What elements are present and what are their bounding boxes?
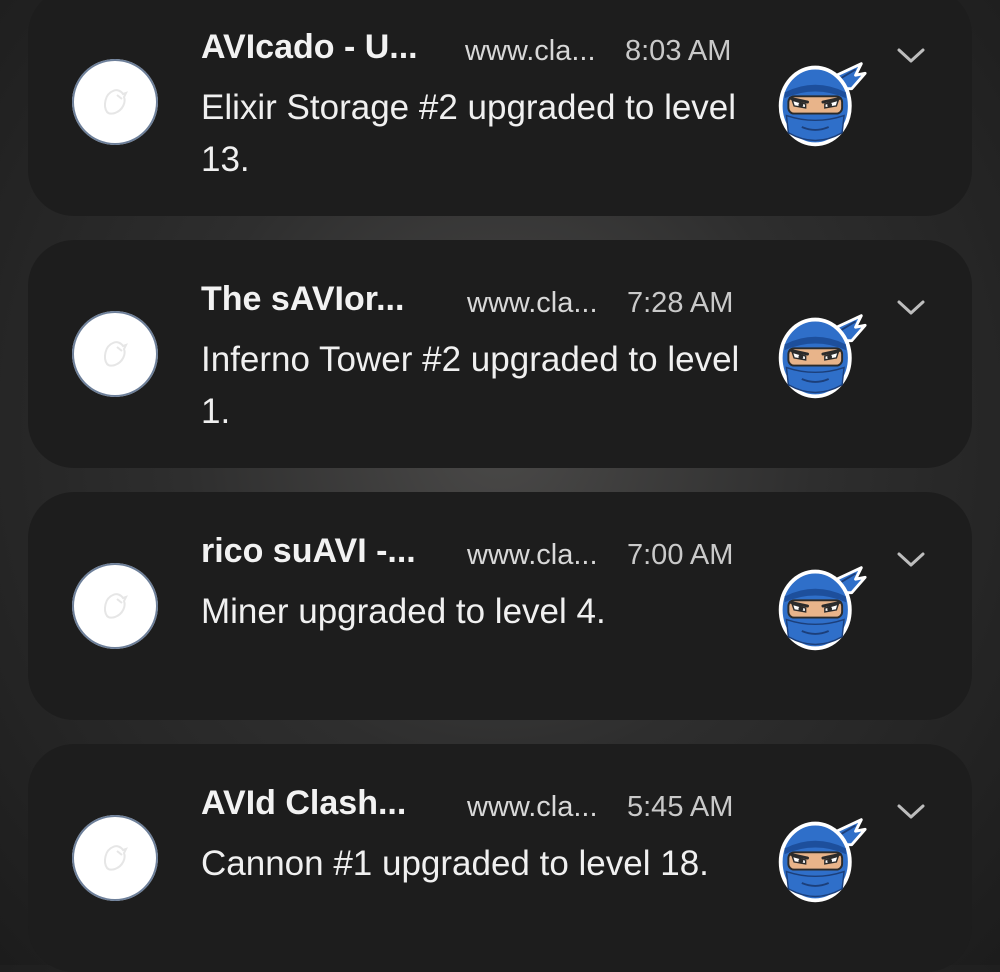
app-logo-glyph [104, 593, 128, 619]
notification-message: Cannon #1 upgraded to level 18. [201, 844, 709, 883]
app-logo-glyph [104, 89, 128, 115]
clash-app-icon [72, 59, 158, 145]
notification-source: www.cla... [467, 791, 598, 823]
chevron-down-icon[interactable] [896, 46, 926, 66]
notification-title: The sAVIor... [201, 280, 405, 318]
blue-ninja-icon [778, 62, 867, 147]
notification-card[interactable]: The sAVIor... www.cla... 7:28 AM Inferno… [28, 240, 972, 468]
notification-message: Inferno Tower #2 upgraded to level 1. [201, 340, 740, 431]
notification-title: AVId Clash... [201, 784, 407, 822]
notification-title: AVIcado - U... [201, 28, 418, 66]
notification-message: Miner upgraded to level 4. [201, 592, 606, 631]
clash-app-icon [72, 815, 158, 901]
notification-card[interactable]: AVId Clash... www.cla... 5:45 AM Cannon … [28, 744, 972, 972]
blue-ninja-icon [778, 314, 867, 399]
app-logo-glyph [104, 341, 128, 367]
notification-source: www.cla... [467, 539, 598, 571]
chevron-down-icon[interactable] [896, 802, 926, 822]
blue-ninja-icon [778, 566, 867, 651]
notification-title: rico suAVI -... [201, 532, 416, 570]
notification-message: Elixir Storage #2 upgraded to level 13. [201, 88, 737, 179]
notification-time: 5:45 AM [627, 791, 734, 823]
chevron-down-icon[interactable] [896, 550, 926, 570]
clash-app-icon [72, 563, 158, 649]
clash-app-icon [72, 311, 158, 397]
notification-source: www.cla... [465, 35, 596, 67]
notification-card[interactable]: AVIcado - U... www.cla... 8:03 AM Elixir… [28, 0, 972, 216]
notification-time: 8:03 AM [625, 35, 732, 67]
notification-time: 7:00 AM [627, 539, 734, 571]
notification-card[interactable]: rico suAVI -... www.cla... 7:00 AM Miner… [28, 492, 972, 720]
app-logo-glyph [104, 845, 128, 871]
notification-time: 7:28 AM [627, 287, 734, 319]
notification-source: www.cla... [467, 287, 598, 319]
chevron-down-icon[interactable] [896, 298, 926, 318]
blue-ninja-icon [778, 818, 867, 903]
